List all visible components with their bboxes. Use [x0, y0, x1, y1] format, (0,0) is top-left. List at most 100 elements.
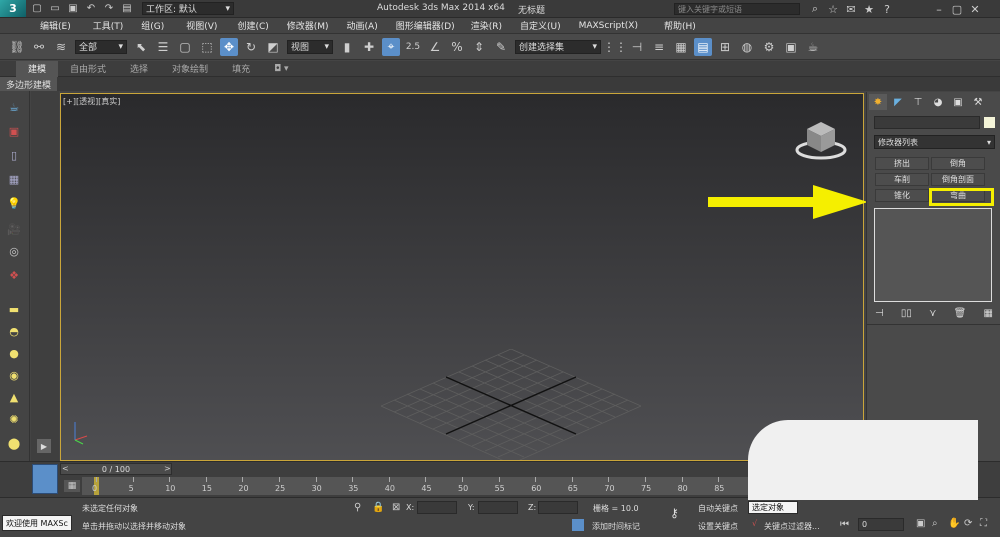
x-coord-field[interactable]	[417, 501, 457, 514]
binoculars-icon[interactable]: ⌕	[806, 2, 824, 16]
graphite-toggle-icon[interactable]: ▦	[672, 38, 690, 56]
key-icon[interactable]: ⚷	[670, 506, 679, 520]
tab-selection[interactable]: 选择	[118, 61, 160, 77]
maxscript-listener[interactable]: 欢迎使用 MAXSc	[2, 515, 72, 531]
ribbon-options-icon[interactable]: ◘ ▾	[262, 61, 301, 77]
y-coord-field[interactable]	[478, 501, 518, 514]
remove-modifier-icon[interactable]: 🗑	[954, 308, 967, 319]
window-crossing-icon[interactable]: ⬚	[198, 38, 216, 56]
subscription-icon[interactable]: ☆	[824, 2, 842, 16]
taper-button[interactable]: 锥化	[875, 189, 929, 202]
angle-snap-icon[interactable]: ∠	[426, 38, 444, 56]
material-editor-icon[interactable]: ◍	[738, 38, 756, 56]
viewport-label[interactable]: [+][透视][真实]	[63, 96, 120, 107]
orbit-icon[interactable]: ⟳	[964, 518, 972, 529]
spinner-snap-icon[interactable]: ⇕	[470, 38, 488, 56]
render-production-icon[interactable]: ☕	[804, 38, 822, 56]
polygon-modeling-label[interactable]: 多边形建模	[0, 77, 58, 91]
rendered-frame-icon[interactable]: ▣	[782, 38, 800, 56]
menu-views[interactable]: 视图(V)	[180, 19, 223, 32]
workspace-select[interactable]: 工作区: 默认 ▾	[142, 2, 234, 15]
mirror-icon[interactable]: ⋮⋮	[603, 38, 627, 56]
bind-space-warp-icon[interactable]: ≋	[52, 38, 70, 56]
snap-toggle-icon[interactable]: 2.5	[404, 38, 422, 56]
object-name-field[interactable]	[874, 116, 980, 129]
hierarchy-tab-icon[interactable]: ⊤	[909, 94, 927, 110]
door-icon[interactable]: ▯	[5, 147, 23, 163]
auto-key-button[interactable]: 自动关键点	[698, 503, 738, 514]
selection-filter-select[interactable]: 全部 ▾	[75, 39, 127, 54]
layer-manager-icon[interactable]: ≡	[650, 38, 668, 56]
extrude-button[interactable]: 挤出	[875, 157, 929, 170]
select-scale-icon[interactable]: ◩	[264, 38, 282, 56]
key-mode-select[interactable]: 选定对象	[748, 501, 798, 514]
light-icon[interactable]: 💡	[5, 195, 23, 211]
key-filters-button[interactable]: 关键点过滤器...	[764, 521, 820, 532]
motion-tab-icon[interactable]: ◕	[929, 94, 947, 110]
menu-maxscript[interactable]: MAXScript(X)	[573, 21, 644, 31]
select-object-icon[interactable]: ⬉	[132, 38, 150, 56]
torus-icon[interactable]: ◉	[5, 367, 23, 383]
isolate-icon[interactable]: ⚲	[354, 502, 361, 513]
new-file-icon[interactable]: ▢	[30, 2, 44, 16]
pan-icon[interactable]: ✋	[948, 518, 960, 529]
create-tab-icon[interactable]: ✸	[869, 94, 887, 110]
undo-icon[interactable]: ↶	[84, 2, 98, 16]
app-logo-button[interactable]: 3	[0, 0, 26, 17]
modify-tab-icon[interactable]: ◤	[889, 94, 907, 110]
minimize-icon[interactable]: –	[930, 2, 948, 16]
make-unique-icon[interactable]: ⋎	[929, 308, 936, 319]
select-move-icon[interactable]: ✥	[220, 37, 238, 56]
maximize-icon[interactable]: ▢	[948, 2, 966, 16]
go-to-start-icon[interactable]: ⏮	[840, 519, 849, 530]
object-color-swatch[interactable]	[984, 117, 995, 128]
cylinder-icon[interactable]: ⬤	[5, 435, 23, 451]
hemisphere-icon[interactable]: ◓	[5, 323, 23, 339]
menu-graph-editors[interactable]: 图形编辑器(D)	[390, 19, 461, 32]
lathe-button[interactable]: 车削	[875, 173, 929, 186]
add-time-tag[interactable]: 添加时间标记	[592, 521, 640, 532]
pivot-center-icon[interactable]: ▮	[338, 38, 356, 56]
menu-create[interactable]: 创建(C)	[231, 19, 274, 32]
absolute-mode-icon[interactable]: ⊠	[392, 502, 400, 513]
helper-icon[interactable]: ◎	[5, 243, 23, 259]
menu-animation[interactable]: 动画(A)	[341, 19, 384, 32]
named-selection-select[interactable]: 创建选择集 ▾	[515, 39, 601, 54]
select-by-name-icon[interactable]: ☰	[154, 38, 172, 56]
next-frame-icon[interactable]: >	[164, 464, 171, 473]
mini-curve-editor-button[interactable]	[32, 464, 58, 494]
unlink-icon[interactable]: ⚯	[30, 38, 48, 56]
pin-stack-icon[interactable]: ⊣	[875, 308, 884, 319]
save-icon[interactable]: ▣	[66, 2, 80, 16]
zoom-icon[interactable]: ⌕	[932, 518, 938, 529]
keyboard-shortcut-override-icon[interactable]: ⌖	[382, 37, 400, 56]
time-tag-icon[interactable]	[572, 519, 584, 531]
rect-selection-icon[interactable]: ▢	[176, 38, 194, 56]
utilities-tab-icon[interactable]: ⚒	[969, 94, 987, 110]
align-icon[interactable]: ⊣	[628, 38, 646, 56]
current-frame-field[interactable]: 0	[858, 518, 904, 531]
open-file-icon[interactable]: ▭	[48, 2, 62, 16]
camera-icon[interactable]: 🎥	[5, 221, 23, 237]
modifier-stack-list[interactable]	[874, 208, 992, 302]
curve-editor-icon[interactable]: ▤	[694, 37, 712, 56]
sphere-icon[interactable]: ●	[5, 345, 23, 361]
tab-populate[interactable]: 填充	[220, 61, 262, 77]
plane-icon[interactable]: ▬	[5, 301, 23, 317]
tab-freeform[interactable]: 自由形式	[58, 61, 118, 77]
timeline-toggle-icon[interactable]: ▦	[64, 480, 80, 492]
favorites-icon[interactable]: ★	[860, 2, 878, 16]
modifier-list-select[interactable]: 修改器列表 ▾	[874, 135, 995, 149]
configure-sets-icon[interactable]: ▦	[984, 308, 993, 319]
project-folder-icon[interactable]: ▤	[120, 2, 134, 16]
time-config-icon[interactable]: ▣	[916, 518, 925, 529]
link-icon[interactable]: ⛓	[8, 38, 26, 56]
menu-modifiers[interactable]: 修改器(M)	[281, 19, 335, 32]
play-icon[interactable]: ▶	[37, 439, 51, 453]
menu-help[interactable]: 帮助(H)	[658, 19, 702, 32]
menu-edit[interactable]: 编辑(E)	[34, 19, 77, 32]
bevel-button[interactable]: 倒角	[931, 157, 985, 170]
menu-rendering[interactable]: 渲染(R)	[465, 19, 508, 32]
display-tab-icon[interactable]: ▣	[949, 94, 967, 110]
menu-customize[interactable]: 自定义(U)	[514, 19, 567, 32]
